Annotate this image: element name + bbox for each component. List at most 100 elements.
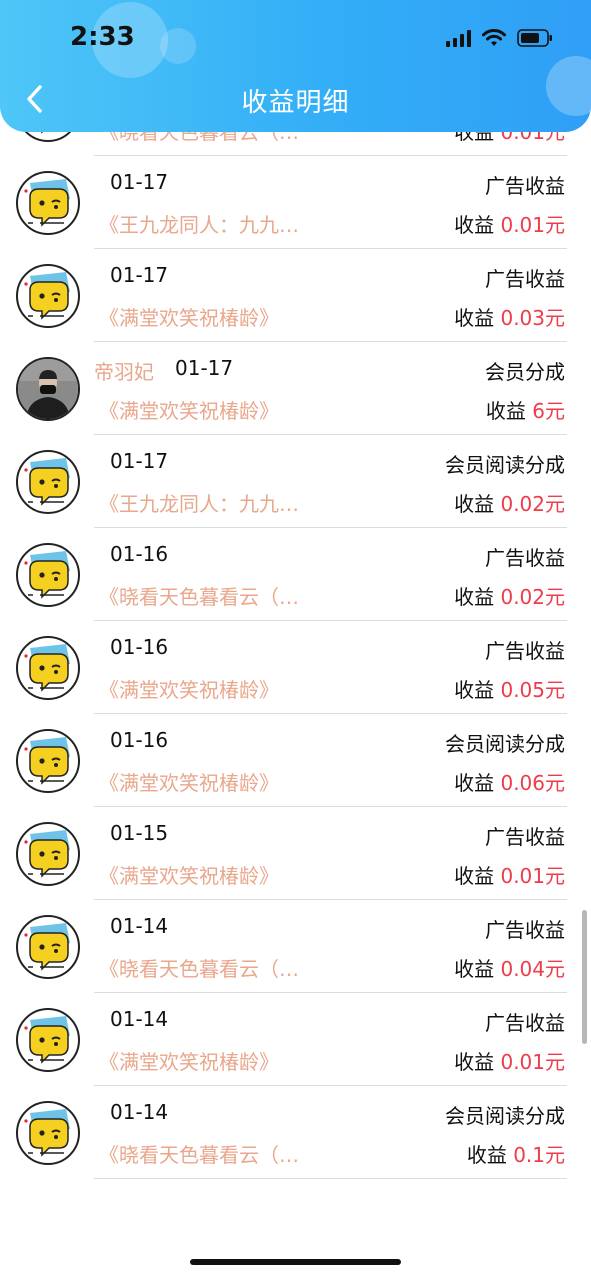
earning-amount: 收益 0.02元	[454, 488, 565, 517]
amount-value: 0.02元	[500, 585, 565, 609]
earning-type: 广告收益	[485, 1011, 565, 1035]
amount-value: 6元	[532, 399, 565, 423]
row-divider	[94, 1178, 567, 1179]
earning-label: 收益	[466, 1143, 507, 1167]
earning-amount: 收益 0.06元	[454, 767, 565, 796]
list-item[interactable]: 01-16 《晓看天色暮看云（… 广告收益 收益 0.02元	[0, 528, 591, 621]
record-date: 01-15	[110, 821, 169, 845]
earning-label: 收益	[454, 678, 495, 702]
record-date: 01-17	[110, 263, 169, 287]
earning-amount: 收益 0.01元	[454, 860, 565, 889]
book-title: 《满堂欢笑祝椿龄》	[99, 306, 279, 330]
record-date: 01-16	[110, 542, 169, 566]
earning-label: 收益	[485, 399, 526, 423]
list-item[interactable]: 01-17 《王九龙同人：九九… 会员阅读分成 收益 0.02元	[0, 435, 591, 528]
earning-label: 收益	[454, 213, 495, 237]
amount-value: 0.01元	[500, 213, 565, 237]
user-avatar	[16, 357, 80, 421]
earning-type: 广告收益	[485, 639, 565, 663]
amount-value: 0.1元	[513, 1143, 565, 1167]
wifi-icon	[482, 29, 506, 46]
amount-value: 0.02元	[500, 492, 565, 516]
book-title: 《王九龙同人：九九…	[99, 213, 299, 237]
book-title: 《满堂欢笑祝椿龄》	[99, 864, 279, 888]
mascot-avatar-icon	[16, 636, 80, 700]
earning-amount: 收益 0.1元	[467, 1139, 565, 1168]
status-icons	[446, 28, 553, 48]
earning-amount: 收益 6元	[486, 395, 565, 424]
mascot-avatar-icon	[16, 450, 80, 514]
decor-bubble	[160, 28, 196, 64]
earning-type: 广告收益	[485, 174, 565, 198]
home-indicator[interactable]	[190, 1259, 401, 1265]
mascot-avatar-icon	[16, 915, 80, 979]
amount-value: 0.01元	[500, 1050, 565, 1074]
record-date: 01-16	[110, 728, 169, 752]
mascot-avatar-icon	[16, 822, 80, 886]
earning-amount: 收益 0.02元	[454, 581, 565, 610]
list-item[interactable]: 01-17 《王九龙同人：九九… 广告收益 收益 0.01元	[0, 156, 591, 249]
record-date: 01-14	[110, 1007, 169, 1031]
amount-value: 0.04元	[500, 957, 565, 981]
record-date: 01-16	[110, 635, 169, 659]
mascot-avatar-icon	[16, 543, 80, 607]
earnings-list: 《满堂欢笑祝椿龄》 收益 0.01元 01-17 《晓看天色暮看云（… 广告收益…	[0, 0, 591, 1179]
list-item[interactable]: 01-14 《晓看天色暮看云（… 广告收益 收益 0.04元	[0, 900, 591, 993]
book-title: 《王九龙同人：九九…	[99, 492, 299, 516]
earning-type: 会员分成	[485, 360, 565, 384]
mascot-avatar-icon	[16, 1008, 80, 1072]
scrollbar[interactable]	[582, 910, 587, 1044]
earning-label: 收益	[454, 585, 495, 609]
earning-amount: 收益 0.01元	[454, 1046, 565, 1075]
mascot-avatar-icon	[16, 1101, 80, 1165]
earning-label: 收益	[454, 771, 495, 795]
earning-amount: 收益 0.01元	[454, 209, 565, 238]
book-title: 《满堂欢笑祝椿龄》	[99, 1050, 279, 1074]
amount-value: 0.03元	[500, 306, 565, 330]
record-date: 01-17	[110, 170, 169, 194]
earning-label: 收益	[454, 492, 495, 516]
list-item[interactable]: 01-17 《满堂欢笑祝椿龄》 广告收益 收益 0.03元	[0, 249, 591, 342]
list-item[interactable]: 01-15 《满堂欢笑祝椿龄》 广告收益 收益 0.01元	[0, 807, 591, 900]
earning-label: 收益	[454, 306, 495, 330]
user-name: 帝羽妃	[94, 360, 154, 384]
battery-icon	[517, 29, 552, 47]
earning-type: 会员阅读分成	[445, 1104, 565, 1128]
earning-amount: 收益 0.03元	[454, 302, 565, 331]
amount-value: 0.05元	[500, 678, 565, 702]
book-title: 《晓看天色暮看云（…	[99, 585, 299, 609]
amount-value: 0.06元	[500, 771, 565, 795]
list-item[interactable]: 01-16 《满堂欢笑祝椿龄》 广告收益 收益 0.05元	[0, 621, 591, 714]
earning-type: 广告收益	[485, 267, 565, 291]
record-date: 01-14	[110, 914, 169, 938]
list-item[interactable]: 01-16 《满堂欢笑祝椿龄》 会员阅读分成 收益 0.06元	[0, 714, 591, 807]
book-title: 《满堂欢笑祝椿龄》	[99, 399, 279, 423]
record-date: 01-14	[110, 1100, 169, 1124]
earning-type: 会员阅读分成	[445, 732, 565, 756]
earning-label: 收益	[454, 864, 495, 888]
earning-type: 广告收益	[485, 918, 565, 942]
list-item[interactable]: 01-14 《满堂欢笑祝椿龄》 广告收益 收益 0.01元	[0, 993, 591, 1086]
mascot-avatar-icon	[16, 171, 80, 235]
book-title: 《晓看天色暮看云（…	[99, 957, 299, 981]
earning-amount: 收益 0.05元	[454, 674, 565, 703]
earning-amount: 收益 0.04元	[454, 953, 565, 982]
nav-header: 2:33 收益明细	[0, 0, 591, 132]
earning-type: 广告收益	[485, 825, 565, 849]
book-title: 《满堂欢笑祝椿龄》	[99, 678, 279, 702]
amount-value: 0.01元	[500, 864, 565, 888]
list-item[interactable]: 帝羽妃 01-17 《满堂欢笑祝椿龄》 会员分成 收益 6元	[0, 342, 591, 435]
earning-label: 收益	[454, 1050, 495, 1074]
status-time: 2:33	[70, 22, 135, 52]
book-title: 《晓看天色暮看云（…	[99, 1143, 299, 1167]
record-date: 01-17	[175, 356, 234, 380]
cellular-signal-icon	[446, 29, 471, 47]
mascot-avatar-icon	[16, 729, 80, 793]
record-date: 01-17	[110, 449, 169, 473]
page-title: 收益明细	[241, 88, 350, 118]
earning-type: 广告收益	[485, 546, 565, 570]
book-title: 《满堂欢笑祝椿龄》	[99, 771, 279, 795]
list-item[interactable]: 01-14 《晓看天色暮看云（… 会员阅读分成 收益 0.1元	[0, 1086, 591, 1179]
earning-type: 会员阅读分成	[445, 453, 565, 477]
mascot-avatar-icon	[16, 264, 80, 328]
